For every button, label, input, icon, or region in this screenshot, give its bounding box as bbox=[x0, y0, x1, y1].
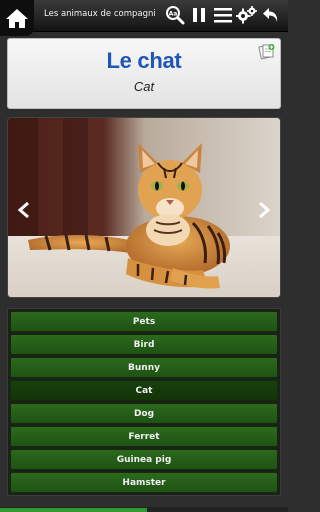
answer-button[interactable]: Bird bbox=[10, 334, 278, 355]
settings-button[interactable] bbox=[236, 4, 258, 26]
answer-button[interactable]: Ferret bbox=[10, 426, 278, 447]
word-translation: Cat bbox=[133, 79, 155, 94]
pause-button[interactable] bbox=[188, 4, 210, 26]
answer-button[interactable]: Bunny bbox=[10, 357, 278, 378]
back-button[interactable] bbox=[260, 4, 282, 26]
search-icon: Aa bbox=[166, 6, 185, 25]
menu-button[interactable] bbox=[212, 4, 234, 26]
back-arrow-icon bbox=[263, 8, 278, 22]
word-title: Le chat bbox=[106, 48, 182, 73]
menu-icon bbox=[214, 8, 232, 23]
progress-bar bbox=[0, 508, 147, 512]
pause-icon bbox=[193, 8, 205, 22]
word-card: Le chat Cat bbox=[7, 38, 281, 109]
page-title: Les animaux de compagnie... bbox=[44, 9, 156, 19]
previous-arrow-icon[interactable] bbox=[17, 202, 31, 218]
top-toolbar: Les animaux de compagnie... Aa bbox=[0, 0, 288, 36]
answer-list: Pets Bird Bunny Cat Dog Ferret Guinea pi… bbox=[7, 308, 281, 496]
answer-button[interactable]: Guinea pig bbox=[10, 449, 278, 470]
cat-image bbox=[8, 118, 280, 297]
gears-icon bbox=[236, 6, 257, 24]
note-button[interactable] bbox=[258, 43, 276, 61]
answer-button[interactable]: Hamster bbox=[10, 472, 278, 493]
next-arrow-icon[interactable] bbox=[257, 202, 271, 218]
home-icon bbox=[6, 9, 28, 28]
search-zoom-button[interactable]: Aa bbox=[164, 4, 186, 26]
answer-button[interactable]: Pets bbox=[10, 311, 278, 332]
answer-button-selected[interactable]: Cat bbox=[10, 380, 278, 401]
add-note-icon bbox=[258, 44, 275, 60]
answer-button[interactable]: Dog bbox=[10, 403, 278, 424]
svg-text:Aa: Aa bbox=[169, 11, 178, 18]
home-button[interactable] bbox=[0, 0, 34, 36]
cat-photo bbox=[7, 117, 281, 298]
